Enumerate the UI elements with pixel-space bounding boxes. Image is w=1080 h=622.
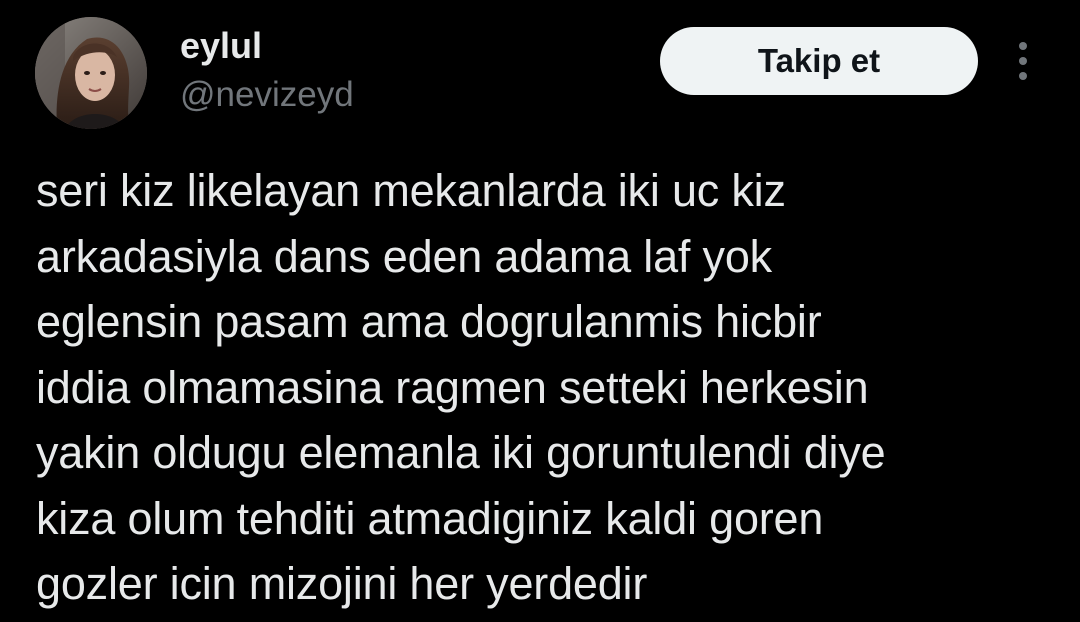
tweet-text: seri kiz likelayan mekanlarda iki uc kiz… (36, 165, 886, 609)
follow-button[interactable]: Takip et (660, 27, 978, 95)
more-dot (1019, 42, 1027, 50)
more-dot (1019, 57, 1027, 65)
author-handle[interactable]: @nevizeyd (180, 75, 354, 115)
more-vertical-icon[interactable] (1006, 38, 1040, 84)
tweet-card: eylul @nevizeyd Takip et seri kiz likela… (0, 0, 1080, 622)
avatar-photo (35, 17, 147, 129)
avatar[interactable] (35, 17, 147, 129)
more-dot (1019, 72, 1027, 80)
author-display-name[interactable]: eylul (180, 26, 262, 66)
